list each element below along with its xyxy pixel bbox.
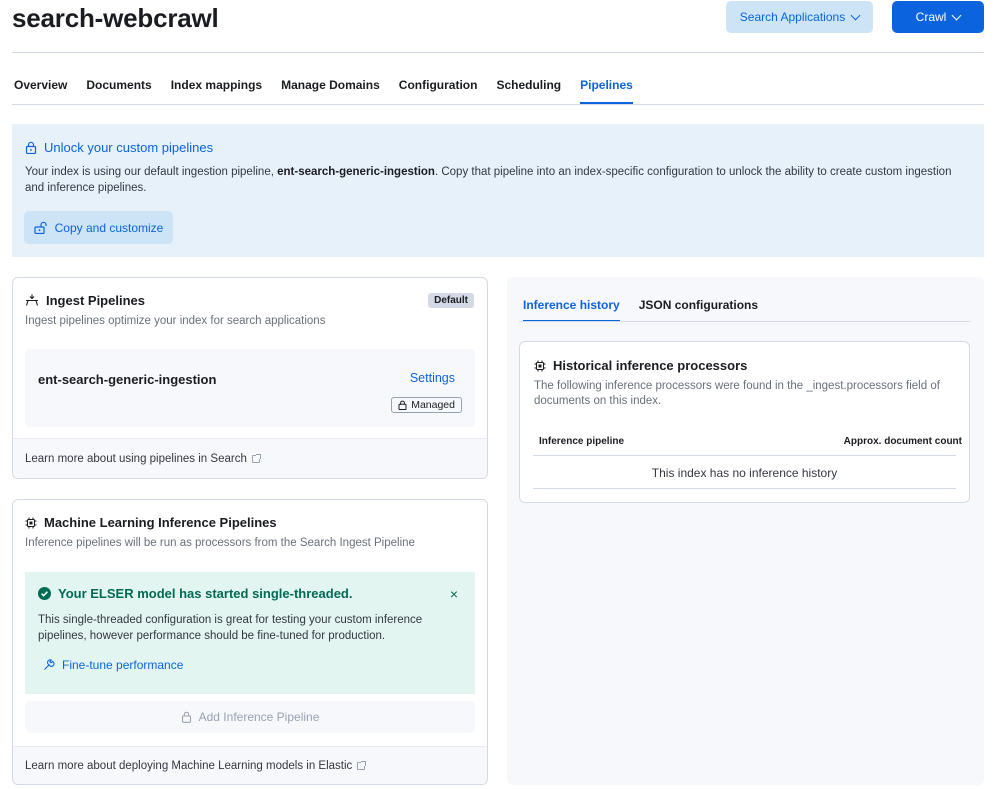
chevron-down-icon [951,10,962,20]
page-title: search-webcrawl [12,3,219,33]
callout-title: Unlock your custom pipelines [25,140,213,155]
check-circle-icon [38,587,51,600]
managed-label: Managed [411,399,455,411]
unlock-pipelines-callout: Unlock your custom pipelines Your index … [12,124,984,257]
tab-inference-history[interactable]: Inference history [523,298,620,322]
callout-title-text: Unlock your custom pipelines [44,140,214,155]
empty-table-message: This index has no inference history [651,466,838,480]
external-link-icon [251,453,261,463]
tab-manage-domains[interactable]: Manage Domains [281,78,380,104]
ml-inference-title: Machine Learning Inference Pipelines [25,515,277,530]
ingest-pipelines-subtitle: Ingest pipelines optimize your index for… [25,315,326,327]
ml-inference-subtitle: Inference pipelines will be run as proce… [25,537,415,549]
fine-tune-performance-label: Fine-tune performance [62,658,184,672]
table-bottom-divider [533,488,956,489]
elser-callout-title-text: Your ELSER model has started single-thre… [58,586,353,601]
add-inference-pipeline-button[interactable]: Add Inference Pipeline [25,701,475,733]
historical-processors-title-text: Historical inference processors [553,358,748,373]
tab-json-configurations[interactable]: JSON configurations [639,298,758,322]
inference-history-section: Inference history JSON configurations Hi… [507,277,984,785]
tab-pipelines[interactable]: Pipelines [580,78,633,104]
inference-tabs: Inference history JSON configurations [523,298,758,322]
copy-and-customize-label: Copy and customize [54,220,164,235]
ingest-pipeline-icon [25,294,39,306]
unlock-icon [34,221,47,234]
copy-and-customize-button[interactable]: Copy and customize [24,211,173,244]
callout-text-before: Your index is using our default ingestio… [25,166,278,178]
header-divider [12,52,984,53]
search-applications-button[interactable]: Search Applications [726,1,873,33]
tab-index-mappings[interactable]: Index mappings [171,78,262,104]
ml-inference-title-text: Machine Learning Inference Pipelines [44,515,277,530]
fine-tune-performance-link[interactable]: Fine-tune performance [43,658,183,672]
tab-documents[interactable]: Documents [86,78,151,104]
table-header-divider [533,455,956,456]
crawl-label: Crawl [915,10,947,24]
elser-callout-text: This single-threaded configuration is gr… [38,614,423,642]
column-header-document-count[interactable]: Approx. document count [844,436,962,447]
ingest-pipelines-title-text: Ingest Pipelines [46,293,145,308]
tab-scheduling[interactable]: Scheduling [496,78,561,104]
historical-processors-panel: Historical inference processors The foll… [519,341,970,503]
pipeline-card: ent-search-generic-ingestion Settings Ma… [25,349,475,427]
external-link-icon [357,760,367,770]
tab-configuration[interactable]: Configuration [399,78,478,104]
add-inference-pipeline-label: Add Inference Pipeline [198,710,320,724]
default-badge: Default [428,293,474,308]
ingest-pipelines-title: Ingest Pipelines [25,293,145,308]
wrench-icon [44,659,55,670]
crawl-button[interactable]: Crawl [892,1,984,33]
ml-chip-icon [25,517,37,528]
chevron-down-icon [850,10,861,20]
managed-badge: Managed [391,397,462,413]
ml-inference-pipelines-panel: Machine Learning Inference Pipelines Inf… [12,499,488,785]
tab-overview[interactable]: Overview [14,78,67,104]
ingest-pipelines-panel: Ingest Pipelines Default Ingest pipeline… [12,277,488,479]
historical-processors-title: Historical inference processors [534,358,747,373]
pipeline-settings-link[interactable]: Settings [410,371,455,385]
close-icon[interactable]: × [450,586,458,602]
lock-icon [398,400,407,410]
pipeline-name: ent-search-generic-ingestion [38,372,217,387]
inference-tabs-divider [519,321,970,322]
index-tabs: Overview Documents Index mappings Manage… [14,78,633,104]
lock-icon [25,141,37,154]
column-header-inference-pipeline[interactable]: Inference pipeline [539,436,624,447]
ml-inference-footer: Learn more about deploying Machine Learn… [13,746,487,784]
lock-icon [181,711,191,723]
ingest-pipelines-footer: Learn more about using pipelines in Sear… [13,438,487,478]
search-applications-label: Search Applications [739,10,846,24]
elser-started-callout: Your ELSER model has started single-thre… [25,572,475,694]
historical-processors-description: The following inference processors were … [534,380,940,407]
callout-pipeline-name: ent-search-generic-ingestion [277,166,435,178]
callout-description: Your index is using our default ingestio… [25,164,970,196]
ml-chip-icon [534,360,546,371]
elser-callout-title: Your ELSER model has started single-thre… [38,586,353,601]
tabs-divider [12,104,984,105]
learn-ml-models-link[interactable]: Learn more about deploying Machine Learn… [25,760,352,772]
learn-pipelines-link[interactable]: Learn more about using pipelines in Sear… [25,453,247,465]
